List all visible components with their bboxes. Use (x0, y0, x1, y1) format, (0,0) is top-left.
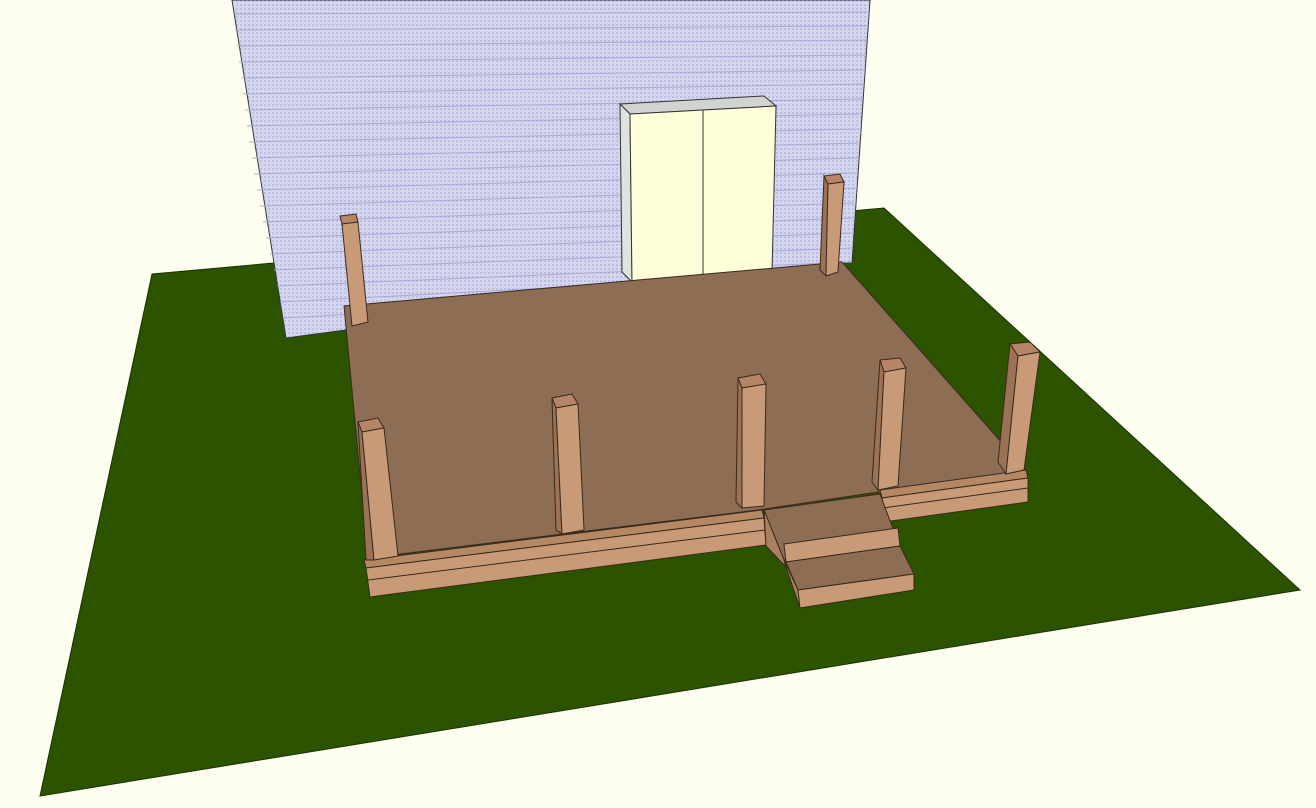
3d-scene[interactable] (0, 0, 1316, 808)
patio-door[interactable] (618, 95, 778, 284)
modeling-viewport[interactable] (0, 0, 1316, 808)
post-front-3[interactable] (735, 373, 767, 510)
